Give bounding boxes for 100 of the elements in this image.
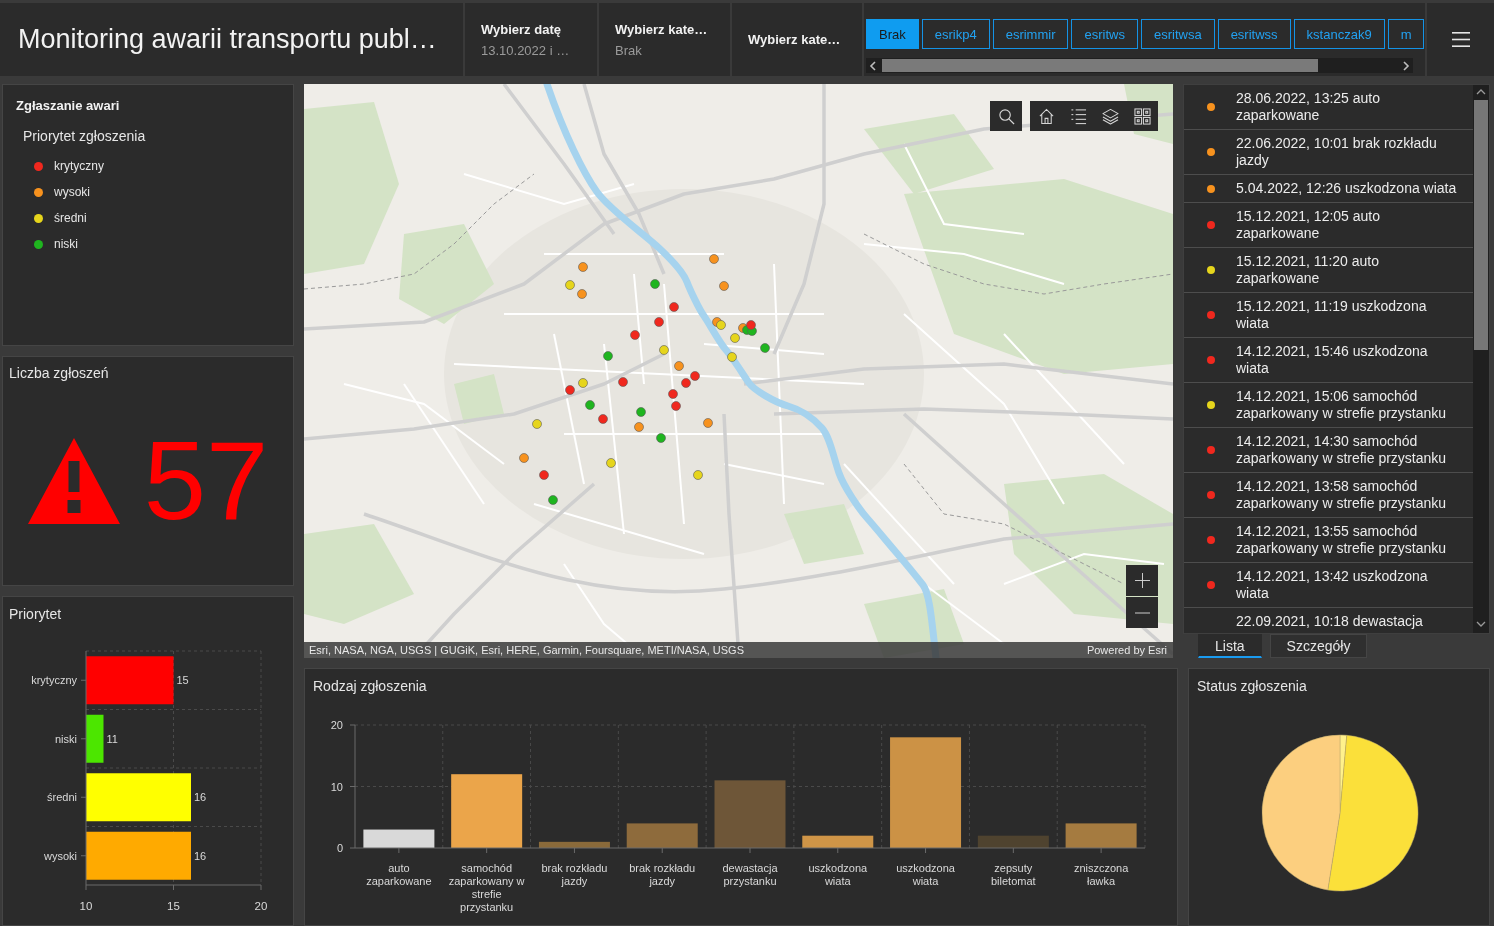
- map-marker-icon[interactable]: [585, 400, 595, 410]
- grid-icon: [1133, 107, 1151, 125]
- axis-label: wysoki: [44, 849, 77, 862]
- map-marker-icon[interactable]: [659, 345, 669, 355]
- axis-label: niski: [55, 732, 77, 745]
- map-marker-icon[interactable]: [719, 281, 729, 291]
- menu-icon: [1451, 32, 1470, 47]
- legend-label: niski: [54, 237, 78, 251]
- zoom-in-button[interactable]: [1126, 565, 1158, 596]
- value-label: 11: [106, 732, 118, 745]
- panel-title: Liczba zgłoszeń: [8, 364, 110, 382]
- category-button[interactable]: esritws: [1071, 19, 1138, 49]
- search-button[interactable]: [990, 101, 1022, 131]
- axis-label: krytyczny: [31, 674, 77, 687]
- map-marker-icon[interactable]: [618, 377, 628, 387]
- category-button[interactable]: esritwsa: [1140, 19, 1215, 49]
- map-marker-icon[interactable]: [681, 378, 691, 388]
- map-marker-icon[interactable]: [578, 262, 588, 272]
- scrollbar-thumb[interactable]: [1474, 100, 1488, 350]
- map-marker-icon[interactable]: [565, 280, 575, 290]
- axis-label: brak rozkładu jazdy: [629, 862, 696, 887]
- filter-dropdown[interactable]: Wybierz kate… Brak: [599, 3, 730, 76]
- map-marker-icon[interactable]: [650, 279, 660, 289]
- map-marker-icon[interactable]: [539, 470, 549, 480]
- legend-subtitle: Priorytet zgłoszenia: [23, 128, 147, 145]
- axis-label: zniszczona ławka: [1073, 862, 1129, 887]
- map-marker-icon[interactable]: [598, 414, 608, 424]
- map-marker-icon[interactable]: [703, 418, 713, 428]
- value-label: 16: [194, 791, 207, 804]
- map-marker-icon[interactable]: [578, 378, 588, 388]
- filter-dropdown[interactable]: Wybierz kate…: [732, 3, 862, 76]
- search-icon: [997, 107, 1015, 125]
- home-button[interactable]: [1030, 101, 1062, 131]
- list-icon: [1069, 107, 1087, 125]
- chevron-up-icon[interactable]: [1476, 89, 1486, 95]
- map-marker-icon[interactable]: [565, 385, 575, 395]
- axis-label: auto zaparkowane: [366, 862, 432, 887]
- tick-label: 0: [336, 842, 343, 854]
- map-marker-icon[interactable]: [709, 254, 719, 264]
- view-tab[interactable]: Lista: [1198, 634, 1262, 658]
- map-marker-icon[interactable]: [730, 333, 740, 343]
- map-marker-icon[interactable]: [690, 371, 700, 381]
- panel-title: Rodzaj zgłoszenia: [312, 677, 428, 695]
- warning-icon: [27, 437, 120, 524]
- powered-by-link[interactable]: Powered by Esri: [1086, 644, 1167, 656]
- map-marker-icon[interactable]: [671, 401, 681, 411]
- value-label: 15: [176, 674, 189, 687]
- map-marker-icon[interactable]: [693, 470, 703, 480]
- map-marker-icon[interactable]: [630, 330, 640, 340]
- map-marker-icon[interactable]: [654, 317, 664, 327]
- category-button[interactable]: kstanczak9: [1293, 19, 1385, 49]
- axis-label: zepsuty biletomat: [991, 862, 1036, 887]
- legend-label: krytyczny: [54, 159, 104, 173]
- map-marker-icon[interactable]: [669, 302, 679, 312]
- home-icon: [1037, 107, 1055, 125]
- chevron-down-icon[interactable]: [1476, 621, 1486, 627]
- plus-icon: [1134, 573, 1150, 588]
- category-button[interactable]: m: [1387, 19, 1425, 49]
- tick-label: 10: [330, 780, 343, 793]
- tick-label: 10: [79, 900, 93, 912]
- panel-title: Priorytet: [8, 605, 63, 623]
- axis-label: brak rozkładu jazdy: [541, 862, 608, 887]
- map-marker-icon[interactable]: [716, 320, 726, 330]
- value-label: 16: [194, 849, 207, 862]
- map-marker-icon[interactable]: [674, 361, 684, 371]
- legend-label: wysoki: [54, 185, 90, 199]
- map-marker-icon[interactable]: [532, 419, 542, 429]
- minus-icon: [1134, 611, 1150, 614]
- chevron-right-icon[interactable]: [1402, 60, 1410, 71]
- map-marker-icon[interactable]: [668, 389, 678, 399]
- map-marker-icon[interactable]: [636, 407, 646, 417]
- axis-label: dewastacja przystanku: [722, 862, 778, 887]
- tick-label: 20: [330, 719, 343, 731]
- zoom-out-button[interactable]: [1126, 597, 1158, 628]
- map-marker-icon[interactable]: [603, 351, 613, 361]
- map-marker-icon[interactable]: [577, 289, 587, 299]
- panel-title: Status zgłoszenia: [1196, 677, 1308, 695]
- map-marker-icon[interactable]: [727, 352, 737, 362]
- axis-label: samochód zaparkowany w strefie przystanku: [448, 862, 525, 913]
- category-button[interactable]: Brak: [866, 19, 919, 49]
- map-marker-icon[interactable]: [519, 453, 529, 463]
- filter-dropdown[interactable]: Wybierz datę 13.10.2022 i …: [465, 3, 597, 76]
- map-marker-icon[interactable]: [656, 433, 666, 443]
- category-button[interactable]: esritwss: [1217, 19, 1291, 49]
- legend-label: średni: [54, 211, 87, 225]
- map-marker-icon[interactable]: [548, 495, 558, 505]
- scrollbar-thumb[interactable]: [882, 59, 1318, 72]
- chevron-left-icon[interactable]: [869, 60, 877, 71]
- basemap-button[interactable]: [1126, 101, 1158, 131]
- map-marker-icon[interactable]: [634, 422, 644, 432]
- category-button[interactable]: esrikp4: [921, 19, 990, 49]
- category-button[interactable]: esrimmir: [992, 19, 1069, 49]
- map-marker-icon[interactable]: [760, 343, 770, 353]
- report-item[interactable]: 5.04.2022, 12:26 uszkodzona wiata: [1184, 175, 1473, 203]
- map-marker-icon[interactable]: [606, 458, 616, 468]
- report-count: 57: [143, 424, 269, 537]
- tick-label: 20: [254, 900, 268, 912]
- map-marker-icon[interactable]: [746, 320, 756, 330]
- panel-title: Zgłaszanie awari: [16, 97, 121, 114]
- view-tab[interactable]: Szczegóły: [1269, 634, 1368, 658]
